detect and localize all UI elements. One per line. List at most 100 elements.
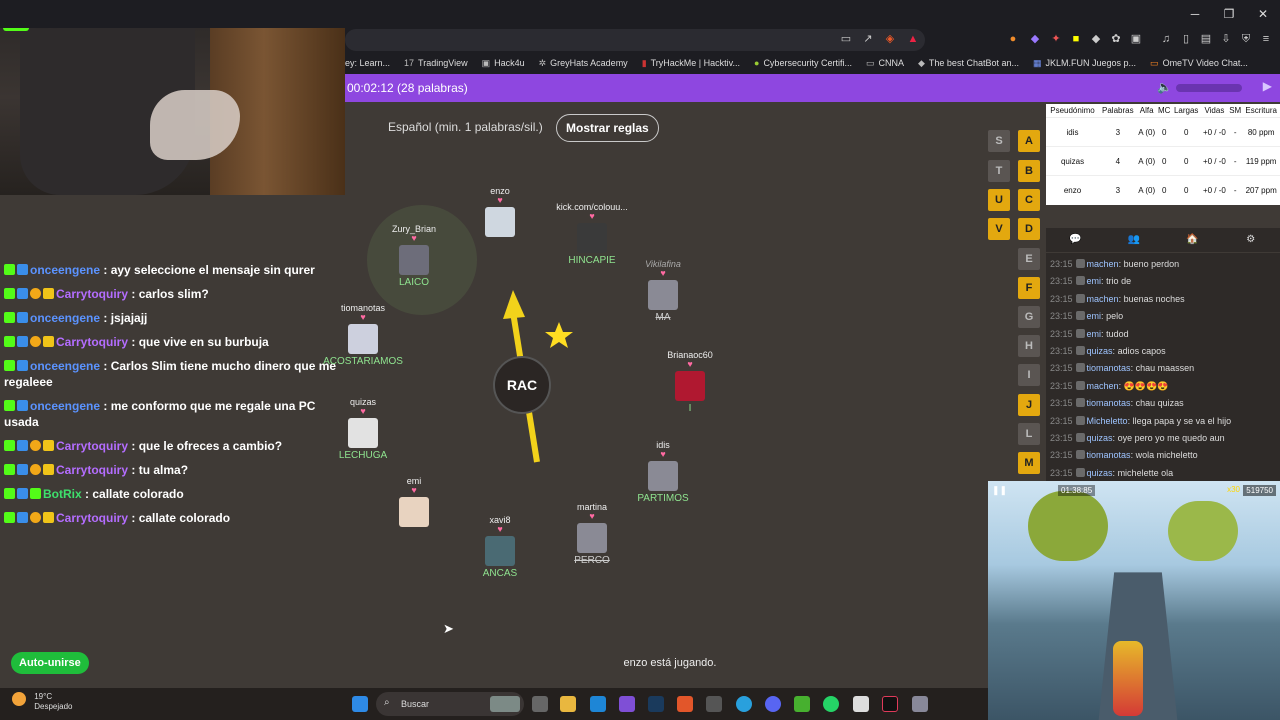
- score-column-header[interactable]: Vidas: [1201, 104, 1228, 118]
- heart-icon: ♥: [360, 406, 366, 416]
- settings-icon[interactable]: [912, 696, 928, 712]
- bookmark-item[interactable]: ▮ TryHackMe | Hacktiv...: [642, 58, 740, 69]
- pause-icon[interactable]: ❚❚: [992, 485, 1007, 496]
- message-user[interactable]: tiomanotas: [1087, 450, 1131, 460]
- score-column-header[interactable]: SM: [1228, 104, 1242, 118]
- message-user[interactable]: Micheletto: [1087, 416, 1128, 426]
- show-rules-button[interactable]: Mostrar reglas: [556, 114, 659, 142]
- bookmark-item[interactable]: ▣ Hack4u: [482, 58, 525, 69]
- bookmark-folder[interactable]: ▭ CNNA: [866, 58, 904, 69]
- maximize-icon[interactable]: ❐: [1212, 0, 1246, 28]
- rewards-icon[interactable]: ▲: [905, 31, 921, 47]
- settings-tab-icon[interactable]: ⚙: [1222, 228, 1280, 252]
- score-column-header[interactable]: Palabras: [1099, 104, 1137, 118]
- volume-icon[interactable]: 🔈: [1157, 80, 1172, 94]
- chat-username[interactable]: BotRix: [43, 487, 82, 501]
- vscode-icon[interactable]: [590, 696, 606, 712]
- chat-username[interactable]: onceengene: [30, 311, 100, 325]
- extension-icon[interactable]: ■: [1068, 31, 1084, 47]
- message-user[interactable]: quizas: [1087, 433, 1113, 443]
- download-icon[interactable]: ⇩: [1218, 31, 1234, 47]
- score-column-header[interactable]: MC: [1157, 104, 1172, 118]
- chat-separator: :: [128, 463, 139, 477]
- score-column-header[interactable]: Largas: [1172, 104, 1201, 118]
- chat-username[interactable]: onceengene: [30, 263, 100, 277]
- bookmark-item[interactable]: ▦ JKLM.FUN Juegos p...: [1033, 58, 1136, 69]
- whatsapp-icon[interactable]: [823, 696, 839, 712]
- chat-username[interactable]: Carrytoquiry: [56, 511, 128, 525]
- extensions-icon[interactable]: ✿: [1108, 31, 1124, 47]
- music-icon[interactable]: ♫: [1158, 31, 1174, 47]
- score-cell: +0 / -0: [1200, 146, 1229, 176]
- chat-username[interactable]: Carrytoquiry: [56, 463, 128, 477]
- bookmark-item[interactable]: ey: Learn...: [345, 58, 390, 68]
- chat-username[interactable]: Carrytoquiry: [56, 287, 128, 301]
- shield-icon[interactable]: ⛨: [1238, 31, 1254, 47]
- app-icon[interactable]: [619, 696, 635, 712]
- room-tab-icon[interactable]: 🏠: [1163, 228, 1222, 252]
- chat-tab-icon[interactable]: 💬: [1046, 228, 1105, 252]
- brave-shield-icon[interactable]: ◈: [882, 31, 898, 47]
- app-icon[interactable]: [706, 696, 722, 712]
- chat-message: onceengene : me conformo que me regale u…: [4, 398, 342, 430]
- bookmark-item[interactable]: ▭ OmeTV Video Chat...: [1150, 58, 1248, 69]
- close-icon[interactable]: ✕: [1246, 0, 1280, 28]
- message-user[interactable]: quizas: [1087, 346, 1113, 356]
- message-user[interactable]: machen: [1087, 381, 1119, 391]
- chat-username[interactable]: onceengene: [30, 399, 100, 413]
- chat-username[interactable]: onceengene: [30, 359, 100, 373]
- extension-icon[interactable]: ◆: [1088, 31, 1104, 47]
- extension-icon[interactable]: ◆: [1027, 31, 1043, 47]
- telegram-icon[interactable]: [736, 696, 752, 712]
- message-user[interactable]: machen: [1087, 259, 1119, 269]
- tab-icon[interactable]: ▣: [1128, 31, 1144, 47]
- wallet-icon[interactable]: ▤: [1198, 31, 1214, 47]
- message-user[interactable]: emi: [1087, 311, 1102, 321]
- message-user[interactable]: machen: [1087, 294, 1119, 304]
- tiktok-icon[interactable]: [882, 696, 898, 712]
- file-explorer-icon[interactable]: [560, 696, 576, 712]
- score-cell: 0: [1171, 146, 1201, 176]
- bookmark-item[interactable]: ◆ The best ChatBot an...: [918, 58, 1019, 69]
- bookmark-item[interactable]: ✲ GreyHats Academy: [539, 58, 628, 69]
- message-time: 23:15: [1050, 328, 1073, 339]
- message-user[interactable]: tiomanotas: [1087, 398, 1131, 408]
- discord-icon[interactable]: [765, 696, 781, 712]
- brave-icon[interactable]: [677, 696, 693, 712]
- chat-username[interactable]: Carrytoquiry: [56, 439, 128, 453]
- player-avatar: [348, 418, 378, 448]
- certificate-icon: ●: [754, 58, 760, 68]
- auto-join-button[interactable]: Auto-unirse: [11, 652, 89, 674]
- chat-badge-icon: [4, 336, 15, 347]
- menu-icon[interactable]: ≡: [1258, 31, 1274, 47]
- weather-widget[interactable]: 19°C Despejado: [12, 692, 72, 712]
- task-view-icon[interactable]: [532, 696, 548, 712]
- app-icon[interactable]: [853, 696, 869, 712]
- sidebar-icon[interactable]: ▯: [1178, 31, 1194, 47]
- score-column-header[interactable]: Alfa: [1137, 104, 1157, 118]
- message-user[interactable]: quizas: [1087, 468, 1113, 478]
- score-column-header[interactable]: Pseudónimo: [1046, 104, 1099, 118]
- windows-start-icon[interactable]: [352, 696, 368, 712]
- play-icon[interactable]: ▶: [1263, 79, 1272, 93]
- message-user[interactable]: emi: [1087, 329, 1102, 339]
- score-cell: quizas: [1046, 146, 1099, 176]
- message-user[interactable]: emi: [1087, 276, 1102, 286]
- score-column-header[interactable]: Escritura: [1242, 104, 1280, 118]
- players-tab-icon[interactable]: 👥: [1105, 228, 1164, 252]
- chat-separator: :: [128, 439, 139, 453]
- share-icon[interactable]: ↗: [860, 31, 876, 47]
- score-cell: A (0): [1136, 117, 1157, 147]
- extension-icon[interactable]: ●: [1005, 31, 1021, 47]
- bookmark-item[interactable]: ● Cybersecurity Certifi...: [754, 58, 852, 68]
- steam-icon[interactable]: [648, 696, 664, 712]
- screenshot-icon[interactable]: ▭: [838, 31, 854, 47]
- minecraft-icon[interactable]: [794, 696, 810, 712]
- minimize-icon[interactable]: ─: [1178, 0, 1212, 28]
- volume-slider[interactable]: [1176, 84, 1242, 92]
- bonus-letter: M: [1018, 452, 1040, 474]
- bookmark-item[interactable]: 17 TradingView: [404, 58, 468, 68]
- extension-icon[interactable]: ✦: [1048, 31, 1064, 47]
- message-user[interactable]: tiomanotas: [1087, 363, 1131, 373]
- chat-username[interactable]: Carrytoquiry: [56, 335, 128, 349]
